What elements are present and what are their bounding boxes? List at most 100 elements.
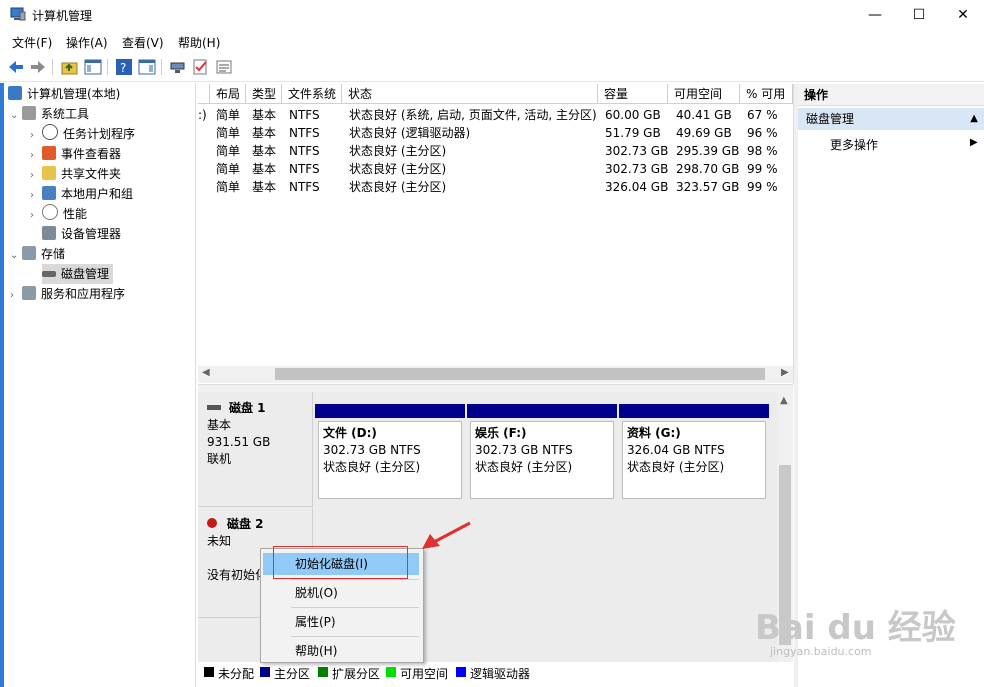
column-header-status[interactable]: 状态 bbox=[342, 84, 598, 104]
actions-title: 操作 bbox=[798, 84, 984, 106]
cell-pct: 99 % bbox=[747, 180, 778, 194]
menu-separator bbox=[291, 607, 419, 608]
cell-pct: 99 % bbox=[747, 162, 778, 176]
maximize-button[interactable]: ☐ bbox=[896, 0, 942, 30]
tree-item-performance[interactable]: › 性能 bbox=[30, 204, 87, 224]
cell-free: 295.39 GB bbox=[676, 144, 740, 158]
cell-status: 状态良好 (主分区) bbox=[349, 144, 447, 158]
cell-layout: 简单 bbox=[216, 144, 241, 158]
legend-primary: 主分区 bbox=[274, 667, 311, 681]
cell-prefix: :) bbox=[198, 108, 207, 122]
tree-item-local-users[interactable]: › 本地用户和组 bbox=[30, 184, 133, 204]
tree-item-root[interactable]: 计算机管理(本地) bbox=[8, 84, 120, 104]
tree-item-task-scheduler[interactable]: › 任务计划程序 bbox=[30, 124, 135, 144]
storage-icon bbox=[22, 246, 36, 260]
tree-label: 任务计划程序 bbox=[63, 127, 136, 141]
cell-type: 基本 bbox=[252, 162, 277, 176]
cell-type: 基本 bbox=[252, 180, 277, 194]
tree-item-services[interactable]: › 服务和应用程序 bbox=[10, 284, 125, 304]
cell-cap: 326.04 GB bbox=[605, 180, 669, 194]
disk1-state: 联机 bbox=[207, 452, 232, 466]
scroll-right-icon[interactable]: ▶ bbox=[781, 367, 789, 378]
disk1-name: 磁盘 1 bbox=[229, 401, 266, 415]
collapse-up-icon[interactable]: ▲ bbox=[970, 108, 978, 130]
partition-status: 状态良好 (主分区) bbox=[627, 460, 725, 474]
minimize-button[interactable]: — bbox=[852, 0, 898, 30]
column-header-percent-free[interactable]: % 可用 bbox=[740, 84, 793, 104]
column-header-free-space[interactable]: 可用空间 bbox=[668, 84, 740, 104]
show-hide-tree-icon[interactable] bbox=[84, 58, 102, 76]
chevron-right-icon[interactable]: › bbox=[30, 126, 42, 146]
column-header-type[interactable]: 类型 bbox=[246, 84, 282, 104]
menu-view[interactable]: 查看(V) bbox=[122, 34, 164, 51]
more-actions[interactable]: 更多操作 bbox=[830, 136, 878, 153]
partition-size: 302.73 GB NTFS bbox=[323, 443, 421, 457]
chevron-down-icon[interactable]: ⌄ bbox=[10, 246, 22, 266]
primary-partition-bar bbox=[467, 404, 617, 418]
annotation-arrow-icon bbox=[422, 521, 471, 549]
forward-arrow-icon[interactable] bbox=[29, 58, 47, 76]
tree-item-event-viewer[interactable]: › 事件查看器 bbox=[30, 144, 121, 164]
tree-item-device-manager[interactable]: 设备管理器 bbox=[42, 224, 121, 244]
checklist-icon[interactable] bbox=[192, 58, 210, 76]
cell-type: 基本 bbox=[252, 144, 277, 158]
scroll-left-icon[interactable]: ◀ bbox=[202, 367, 210, 378]
tree-label: 服务和应用程序 bbox=[41, 287, 126, 301]
partition-f[interactable]: 娱乐 (F:) 302.73 GB NTFS 状态良好 (主分区) bbox=[467, 404, 617, 502]
menu-file[interactable]: 文件(F) bbox=[12, 34, 52, 51]
submenu-arrow-icon: ▶ bbox=[970, 137, 978, 148]
disk-error-icon bbox=[207, 518, 217, 528]
disk1-info[interactable]: 磁盘 1 基本 931.51 GB 联机 bbox=[198, 392, 313, 507]
tree-label: 系统工具 bbox=[41, 107, 90, 121]
tree-item-disk-management[interactable]: 磁盘管理 bbox=[42, 264, 114, 284]
scroll-up-icon[interactable]: ▲ bbox=[780, 395, 788, 406]
tree-item-storage[interactable]: ⌄ 存储 bbox=[10, 244, 65, 264]
show-hide-action-pane-icon[interactable] bbox=[138, 58, 156, 76]
services-icon bbox=[22, 286, 36, 300]
performance-icon bbox=[42, 204, 58, 220]
actions-section-disk-management[interactable]: 磁盘管理 ▲ bbox=[798, 108, 984, 130]
column-header-filesystem[interactable]: 文件系统 bbox=[282, 84, 342, 104]
svg-text:?: ? bbox=[120, 61, 126, 75]
chevron-right-icon[interactable]: › bbox=[30, 166, 42, 186]
chevron-right-icon[interactable]: › bbox=[30, 146, 42, 166]
menu-help[interactable]: 帮助(H) bbox=[178, 34, 220, 51]
tree-item-shared-folders[interactable]: › 共享文件夹 bbox=[30, 164, 121, 184]
menu-offline[interactable]: 脱机(O) bbox=[263, 582, 419, 604]
chevron-right-icon[interactable]: › bbox=[30, 206, 42, 226]
tree-item-system-tools[interactable]: ⌄ 系统工具 bbox=[10, 104, 89, 124]
partition-d[interactable]: 文件 (D:) 302.73 GB NTFS 状态良好 (主分区) bbox=[315, 404, 465, 502]
column-header-volume[interactable] bbox=[198, 84, 210, 104]
legend-primary-swatch bbox=[260, 667, 270, 677]
menu-properties[interactable]: 属性(P) bbox=[263, 611, 419, 633]
menu-help[interactable]: 帮助(H) bbox=[263, 640, 419, 662]
disk-icon bbox=[207, 405, 221, 410]
column-header-layout[interactable]: 布局 bbox=[210, 84, 246, 104]
back-arrow-icon[interactable] bbox=[7, 58, 25, 76]
partition-name: 资料 (G:) bbox=[627, 426, 681, 440]
computer-icon bbox=[8, 86, 22, 100]
up-folder-icon[interactable] bbox=[61, 58, 79, 76]
help-icon[interactable]: ? bbox=[115, 58, 133, 76]
highlight-annotation-box bbox=[273, 546, 408, 579]
chevron-right-icon[interactable]: › bbox=[10, 286, 22, 306]
cell-fs: NTFS bbox=[289, 162, 320, 176]
chevron-down-icon[interactable]: ⌄ bbox=[10, 106, 22, 126]
cell-cap: 302.73 GB bbox=[605, 162, 669, 176]
horizontal-scroll-thumb[interactable] bbox=[275, 368, 765, 380]
connect-icon[interactable] bbox=[169, 58, 187, 76]
device-manager-icon bbox=[42, 226, 56, 240]
legend-free-swatch bbox=[386, 667, 396, 677]
column-header-capacity[interactable]: 容量 bbox=[598, 84, 668, 104]
menu-action[interactable]: 操作(A) bbox=[66, 34, 108, 51]
cell-free: 40.41 GB bbox=[676, 108, 732, 122]
legend-extended: 扩展分区 bbox=[332, 667, 381, 681]
partition-name: 文件 (D:) bbox=[323, 426, 377, 440]
cell-cap: 51.79 GB bbox=[605, 126, 661, 140]
primary-partition-bar bbox=[315, 404, 465, 418]
partition-g[interactable]: 资料 (G:) 326.04 GB NTFS 状态良好 (主分区) bbox=[619, 404, 769, 502]
close-button[interactable]: ✕ bbox=[940, 0, 984, 30]
chevron-right-icon[interactable]: › bbox=[30, 186, 42, 206]
properties-icon[interactable] bbox=[215, 58, 233, 76]
disk1-size: 931.51 GB bbox=[207, 435, 271, 449]
